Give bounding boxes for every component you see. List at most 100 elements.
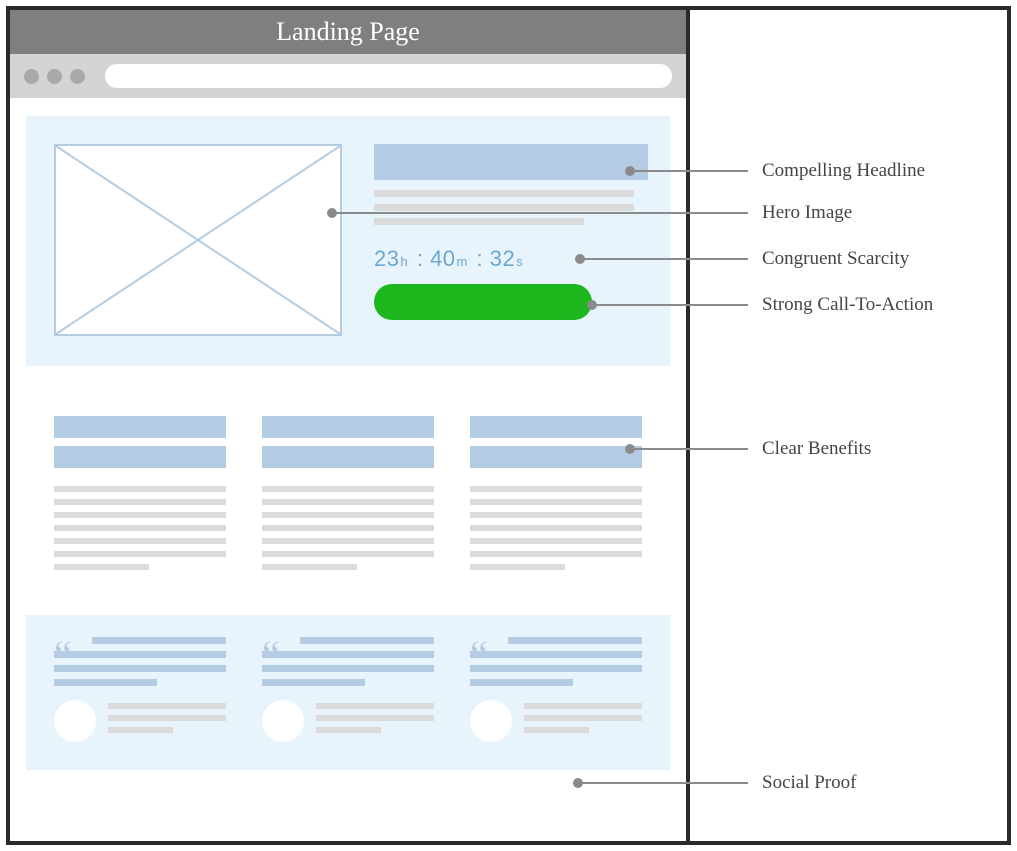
author-name-line (524, 715, 642, 721)
testimonial-text-line (262, 679, 365, 686)
benefit-title-placeholder (54, 446, 226, 468)
diagram-frame: Landing Page 23h : 40m : 3 (6, 6, 1011, 845)
author-name-line (316, 703, 434, 709)
benefit-text-line (470, 551, 642, 557)
avatar-icon (262, 700, 304, 742)
benefit-text-line (470, 512, 642, 518)
testimonial-text-line (54, 679, 157, 686)
testimonial-card: “ (54, 637, 226, 742)
benefit-column (54, 416, 226, 577)
benefits-row (26, 416, 670, 577)
testimonial-text-line (470, 665, 642, 672)
benefit-text-line (54, 486, 226, 492)
testimonials-row: “ (26, 615, 670, 770)
countdown-minutes: 40 (430, 246, 455, 271)
subheadline-line (374, 190, 634, 197)
benefit-text-line (262, 499, 434, 505)
cta-button[interactable] (374, 284, 592, 320)
testimonial-text-line (54, 665, 226, 672)
traffic-light-icon (70, 69, 85, 84)
leader-line (630, 448, 748, 450)
quote-icon: “ (54, 647, 72, 663)
countdown-sep: : (410, 246, 430, 271)
countdown-unit-h: h (400, 254, 408, 269)
annotation-hero: Hero Image (762, 202, 852, 224)
author-name-line (108, 727, 173, 733)
benefit-text-line (262, 551, 434, 557)
countdown-unit-s: s (516, 254, 523, 269)
benefit-text-line (262, 538, 434, 544)
annotation-cta: Strong Call-To-Action (762, 294, 933, 316)
benefit-text-line (470, 499, 642, 505)
leader-line (578, 782, 748, 784)
testimonial-author (54, 700, 226, 742)
avatar-icon (54, 700, 96, 742)
benefit-title-placeholder (262, 446, 434, 468)
benefit-text-line (470, 564, 565, 570)
annotation-scarcity: Congruent Scarcity (762, 248, 909, 270)
testimonial-author (262, 700, 434, 742)
browser-toolbar (10, 54, 686, 98)
testimonial-text-line (262, 665, 434, 672)
benefit-text-line (470, 538, 642, 544)
quote-icon: “ (470, 647, 488, 663)
page-body: 23h : 40m : 32s (10, 98, 686, 841)
benefit-title-placeholder (262, 416, 434, 438)
benefit-text-line (470, 486, 642, 492)
traffic-light-icon (47, 69, 62, 84)
testimonial-text-line (262, 651, 434, 658)
countdown-sep: : (470, 246, 490, 271)
subheadline-line (374, 218, 584, 225)
browser-wireframe: Landing Page 23h : 40m : 3 (10, 10, 690, 841)
annotation-social: Social Proof (762, 772, 856, 794)
author-name-line (524, 703, 642, 709)
traffic-light-icon (24, 69, 39, 84)
benefit-title-placeholder (470, 446, 642, 468)
benefit-column (470, 416, 642, 577)
avatar-icon (470, 700, 512, 742)
benefit-text-line (54, 499, 226, 505)
leader-line (592, 304, 748, 306)
benefit-text-line (262, 486, 434, 492)
placeholder-x-icon (56, 146, 340, 334)
countdown-hours: 23 (374, 246, 399, 271)
benefit-text-line (54, 551, 226, 557)
author-name-line (316, 727, 381, 733)
countdown-unit-m: m (457, 254, 468, 269)
hero-image-placeholder (54, 144, 342, 336)
benefit-text-line (262, 512, 434, 518)
leader-line (630, 170, 748, 172)
testimonial-author (470, 700, 642, 742)
testimonial-card: “ (262, 637, 434, 742)
author-name-line (524, 727, 589, 733)
benefit-column (262, 416, 434, 577)
benefit-title-placeholder (470, 416, 642, 438)
annotations-panel: Compelling Headline Hero Image Congruent… (690, 10, 1007, 841)
benefit-text-line (54, 564, 149, 570)
author-name-line (316, 715, 434, 721)
leader-line (332, 212, 748, 214)
testimonial-text-line (300, 637, 434, 644)
testimonial-text-line (470, 679, 573, 686)
countdown-timer: 23h : 40m : 32s (374, 246, 525, 272)
benefit-title-placeholder (54, 416, 226, 438)
benefit-text-line (54, 525, 226, 531)
testimonial-card: “ (470, 637, 642, 742)
author-name-line (108, 703, 226, 709)
testimonial-text-line (54, 651, 226, 658)
annotation-headline: Compelling Headline (762, 160, 925, 182)
benefit-text-line (470, 525, 642, 531)
author-name-line (108, 715, 226, 721)
testimonial-text-line (508, 637, 642, 644)
testimonial-text-line (92, 637, 226, 644)
benefit-text-line (54, 512, 226, 518)
benefit-text-line (262, 564, 357, 570)
testimonial-text-line (470, 651, 642, 658)
annotation-benefits: Clear Benefits (762, 438, 871, 460)
subheadline-line (374, 204, 634, 211)
address-bar[interactable] (105, 64, 672, 88)
benefit-text-line (54, 538, 226, 544)
benefit-text-line (262, 525, 434, 531)
hero-section: 23h : 40m : 32s (26, 116, 670, 366)
window-title: Landing Page (10, 10, 686, 54)
